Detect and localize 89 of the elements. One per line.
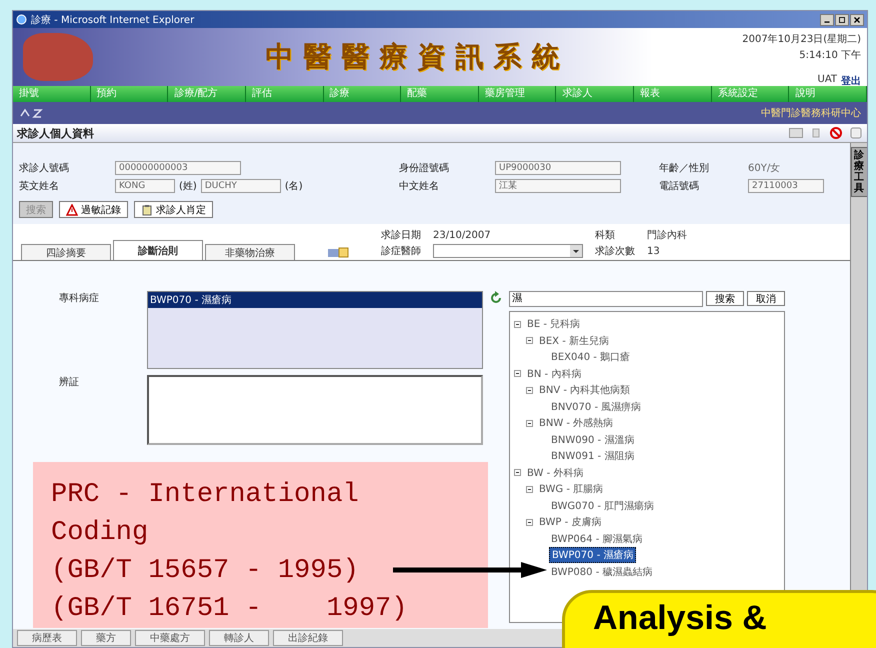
user-name: UAT [818,74,837,87]
navigation-icon[interactable] [19,106,45,120]
tree-item[interactable]: BN - 內科病 [525,366,584,381]
field-label: 年齡／性別 [659,162,710,175]
bottom-button[interactable]: 中藥處方 [135,630,205,646]
collapse-icon[interactable] [514,320,521,328]
time-text: 5:14:10 下午 [799,49,861,62]
field-label: 電話號碼 [659,180,700,193]
search-field[interactable]: 濕 [509,291,703,307]
tree-item[interactable]: BWG070 - 肛門濕瘍病 [549,498,656,513]
form-button[interactable]: 求診人肖定 [134,201,213,218]
close-button[interactable] [850,14,864,26]
field-label: 辨証 [59,376,80,389]
collapse-icon[interactable] [526,337,533,344]
field-value: 60Y/女 [748,162,780,175]
tree-item[interactable]: BWP - 皮膚病 [537,515,604,530]
field-label: 身份證號碼 [399,162,450,175]
centre-name: 中醫門診醫務科研中心 [761,106,861,120]
tree-item[interactable]: BWP064 - 腳濕氣病 [549,532,644,546]
bottom-button[interactable]: 轉診人 [209,630,269,646]
surname-field[interactable]: KONG [115,179,175,193]
refresh-icon[interactable] [489,291,503,305]
tree-item[interactable]: BNV - 內科其他病類 [537,383,632,398]
warning-icon [66,204,78,216]
no-entry-icon[interactable] [829,127,843,139]
minimize-button[interactable] [820,14,834,26]
browser-icon [16,14,27,25]
side-tab[interactable]: 診療工具 [851,147,867,197]
section-title: 求診人個人資料 [17,126,94,140]
input-field[interactable]: 000000000003 [115,161,241,175]
tree-item[interactable]: BEX - 新生兒病 [537,334,611,348]
collapse-icon[interactable] [526,386,533,394]
field-value: 13 [647,246,661,256]
field-label: 科類 [595,228,616,242]
bottom-button[interactable]: 藥方 [81,630,131,646]
maximize-button[interactable] [835,14,849,26]
bottom-button[interactable]: 出診紀錄 [273,630,343,646]
toolbar-icon[interactable] [789,127,803,139]
window-title: 診療 - Microsoft Internet Explorer [31,14,196,26]
given-name-field[interactable]: DUCHY [200,179,281,193]
tree-item[interactable]: BNW091 - 濕阻病 [549,449,636,464]
text-area[interactable] [147,375,483,445]
photo-placeholder [23,33,93,81]
tree-button[interactable]: 取消 [747,291,785,306]
collapse-icon[interactable] [514,469,521,476]
tab[interactable]: 四診摘要 [21,244,111,260]
diagnosis-list[interactable]: BWP070 - 濕瘡病 [147,291,483,369]
input-field[interactable]: UP9000030 [495,161,621,175]
toolbar-icon[interactable] [849,127,863,139]
tree-item[interactable]: BNW - 外感熱病 [537,416,616,430]
field-label: 診症醫師 [381,244,421,258]
collapse-icon[interactable] [514,370,521,378]
collapse-icon[interactable] [526,486,533,493]
doctor-dropdown[interactable] [433,244,583,258]
field-value: 23/10/2007 [433,230,492,240]
list-item[interactable]: BWP070 - 濕瘡病 [148,292,482,308]
field-label: 求診人號碼 [19,162,70,175]
system-title: 中醫醫療資訊系統 [264,39,571,75]
tree-button[interactable]: 搜索 [706,291,744,306]
tree-item[interactable]: BWP080 - 穢濕蟲結病 [549,564,654,579]
field-label: (名) [284,180,303,193]
input-field[interactable]: 江某 [495,179,621,193]
field-label: 專科病症 [59,292,100,305]
collapse-icon[interactable] [526,518,533,526]
tree-item[interactable]: BW - 外科病 [525,466,586,480]
field-label: 求診次數 [595,244,635,258]
input-field[interactable]: 27110003 [748,179,824,193]
annotation-box: PRC - International Coding (GB/T 15657 - 1995) (GB/T 16751 - 1997) [33,462,488,628]
tree-item[interactable]: BNV070 - 風濕痹病 [549,400,644,414]
tree-item[interactable]: BEX040 - 鵝口瘡 [549,350,632,364]
collapse-icon[interactable] [526,420,533,427]
tab[interactable]: 非藥物治療 [205,244,295,260]
date-text: 2007年10月23日(星期二) [742,32,861,46]
logout-link[interactable]: 登出 [841,74,861,88]
tree-item[interactable]: BE - 兒科病 [525,317,582,332]
clipboard-icon [141,204,153,216]
folder-icon[interactable] [327,246,349,258]
callout-text: Analysis & [593,599,767,637]
tree-item[interactable]: BWG - 肛腸病 [537,482,606,496]
field-label: 求診日期 [381,228,421,242]
field-label: (姓) [179,180,197,193]
form-button[interactable]: 過敏記錄 [59,201,128,218]
tab[interactable]: 診斷治則 [113,240,203,260]
field-label: 中文姓名 [399,180,440,193]
tree-item[interactable]: BNW090 - 濕溫病 [549,432,636,447]
field-label: 英文姓名 [19,180,60,193]
field-value: 門診內科 [647,228,687,242]
tree-item[interactable]: BWP070 - 濕瘡病 [549,547,636,564]
bottom-button[interactable]: 病歷表 [17,630,77,646]
